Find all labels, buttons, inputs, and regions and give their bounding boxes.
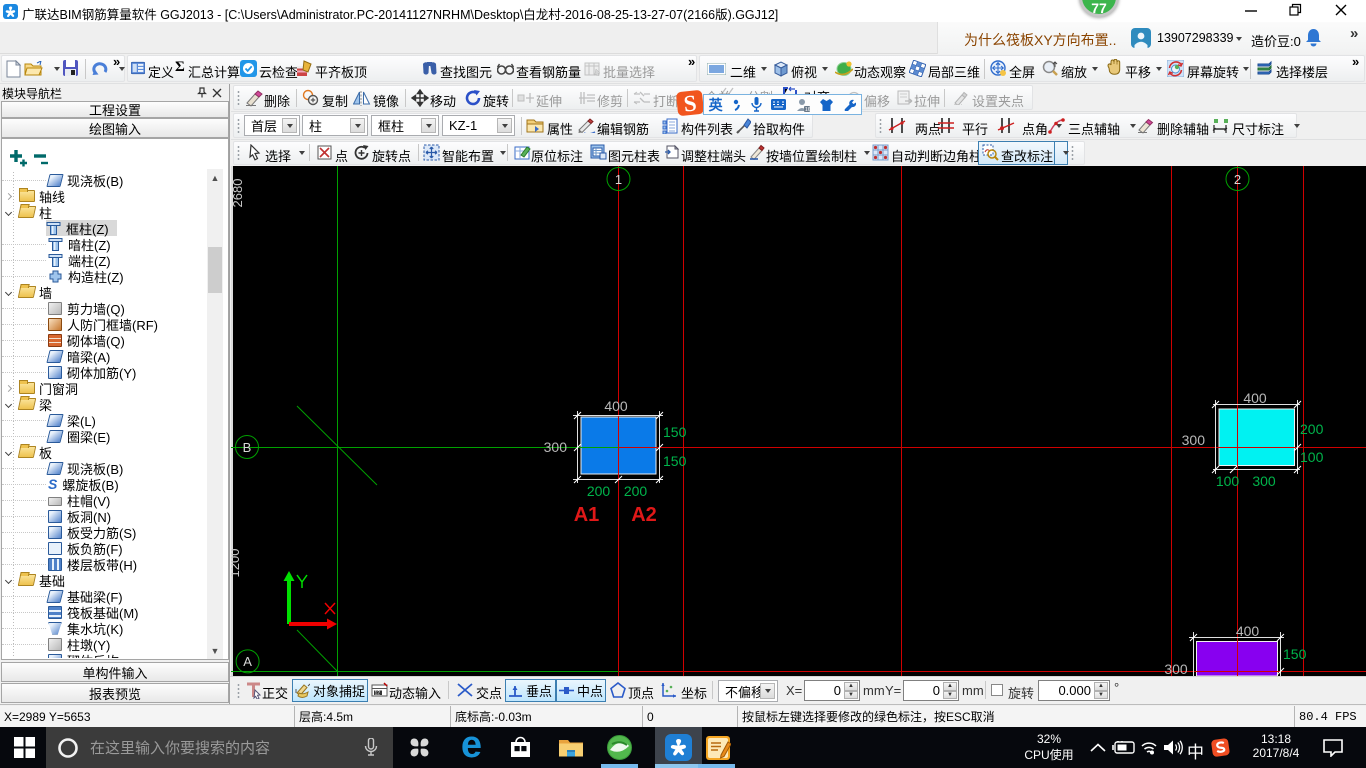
svg-text:150: 150 — [663, 453, 687, 469]
svg-text:200: 200 — [587, 483, 611, 499]
svg-text:300: 300 — [1164, 661, 1188, 676]
svg-text:1200: 1200 — [231, 549, 242, 578]
svg-text:300: 300 — [1182, 432, 1206, 448]
svg-text:100: 100 — [1216, 473, 1240, 489]
svg-text:400: 400 — [1243, 390, 1267, 406]
svg-text:150: 150 — [663, 424, 687, 440]
svg-text:200: 200 — [624, 483, 648, 499]
svg-text:A2: A2 — [631, 504, 657, 526]
svg-text:B: B — [243, 440, 252, 455]
svg-text:400: 400 — [604, 398, 628, 414]
svg-text:400: 400 — [1236, 623, 1260, 639]
svg-text:150: 150 — [1283, 646, 1307, 662]
svg-text:100: 100 — [1300, 449, 1324, 465]
svg-text:300: 300 — [544, 439, 568, 455]
svg-text:300: 300 — [1252, 473, 1276, 489]
svg-text:S: S — [682, 90, 697, 116]
svg-text:200: 200 — [1300, 421, 1324, 437]
svg-text:A1: A1 — [574, 504, 600, 526]
svg-text:1: 1 — [615, 172, 622, 187]
svg-text:16: 16 — [805, 107, 810, 112]
svg-text:12: 12 — [375, 691, 381, 697]
svg-text:2: 2 — [1234, 172, 1241, 187]
svg-text:2680: 2680 — [231, 179, 245, 208]
svg-text:A: A — [243, 654, 252, 669]
